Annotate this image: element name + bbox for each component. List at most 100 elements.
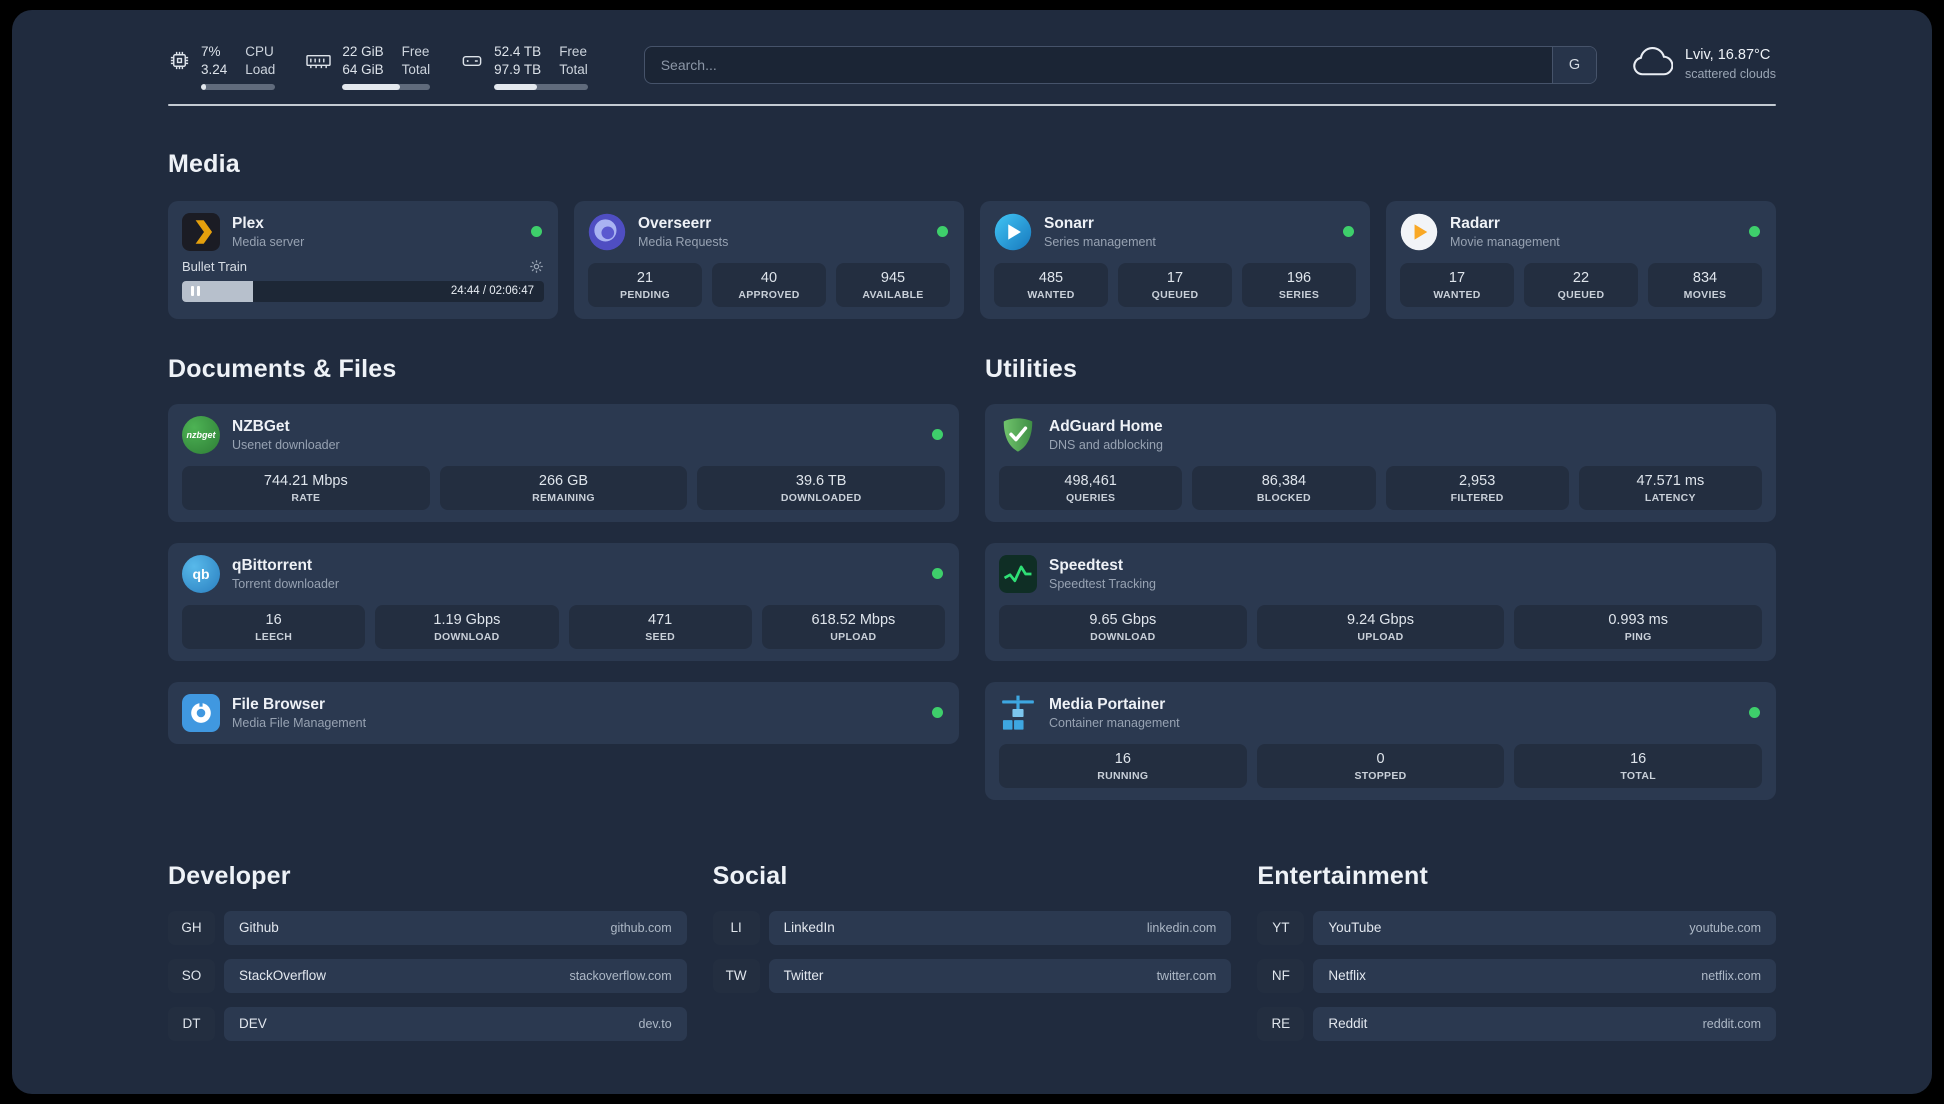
section-title-developer: Developer [168, 861, 291, 890]
bookmark-name: DEV [239, 1016, 267, 1032]
disk-label-bottom: Total [559, 61, 588, 77]
app-desc: DNS and adblocking [1049, 437, 1163, 452]
stat-label: LATENCY [1644, 491, 1696, 504]
app-card-overseerr[interactable]: Overseerr Media Requests 21 PENDING 40 A… [574, 200, 964, 319]
app-card-radarr[interactable]: Radarr Movie management 17 WANTED 22 QUE… [1386, 200, 1776, 319]
ram-free-value: 22 GiB [342, 44, 384, 59]
nzbget-icon-text: nzbget [182, 415, 220, 454]
ram-progress-bar [342, 83, 431, 90]
qbittorrent-icon: qb [182, 554, 220, 593]
bookmark-url: github.com [610, 920, 672, 935]
bookmark-abbr: DT [168, 1006, 215, 1041]
stat-tile: 16 LEECH [182, 604, 366, 649]
stat-label: SEED [645, 630, 676, 643]
status-dot [1343, 226, 1354, 238]
stat-label: QUEUED [1151, 288, 1199, 301]
bookmark-stackoverflow[interactable]: SO StackOverflow stackoverflow.com [168, 958, 687, 993]
search-engine-button[interactable]: G [1551, 47, 1596, 83]
disk-widget: 52.4 TB Free 97.9 TB Total [460, 44, 588, 90]
radarr-icon [1400, 213, 1438, 251]
app-card-filebrowser[interactable]: File Browser Media File Management [168, 681, 959, 744]
app-name: qBittorrent [232, 556, 313, 574]
stat-label: SERIES [1278, 288, 1320, 301]
stat-tile: 16 RUNNING [999, 743, 1247, 788]
app-card-portainer[interactable]: Media Portainer Container management 16 … [985, 681, 1776, 800]
status-dot [932, 429, 943, 441]
stat-tile: 498,461 QUERIES [999, 465, 1183, 510]
stat-label: WANTED [1027, 288, 1075, 301]
cpu-progress-bar [201, 83, 276, 90]
bookmark-github[interactable]: GH Github github.com [168, 910, 687, 945]
bookmark-name: Twitter [783, 968, 824, 984]
app-desc: Speedtest Tracking [1049, 576, 1157, 591]
stat-label: QUEUED [1557, 288, 1605, 301]
bookmark-dev[interactable]: DT DEV dev.to [168, 1006, 687, 1041]
stat-tile: 40 APPROVED [712, 262, 826, 307]
filebrowser-icon [182, 693, 220, 732]
app-name: Speedtest [1049, 556, 1124, 574]
stat-label: MOVIES [1683, 288, 1727, 301]
disk-total-value: 97.9 TB [494, 61, 542, 77]
search-input[interactable] [644, 47, 1552, 83]
stat-value: 498,461 [1064, 472, 1117, 489]
cpu-label-bottom: Load [245, 61, 276, 77]
stat-label: LEECH [255, 630, 293, 643]
stat-value: 16 [1630, 750, 1647, 767]
bookmark-abbr: TW [712, 958, 760, 993]
cpu-usage-value: 7% [201, 44, 221, 59]
stat-tile: 9.24 Gbps UPLOAD [1256, 604, 1505, 649]
stat-tile: 47.571 ms LATENCY [1578, 465, 1762, 510]
bookmark-name: StackOverflow [239, 968, 327, 984]
bookmark-url: stackoverflow.com [569, 968, 672, 983]
app-desc: Media Requests [638, 234, 729, 249]
stat-tile: 17 WANTED [1400, 262, 1514, 307]
bookmark-url: linkedin.com [1146, 920, 1217, 935]
stat-value: 86,384 [1261, 472, 1307, 489]
status-dot [937, 226, 948, 238]
bookmark-netflix[interactable]: NF Netflix netflix.com [1257, 958, 1776, 993]
app-card-qbittorrent[interactable]: qb qBittorrent Torrent downloader 16 LEE… [168, 542, 959, 661]
stat-value: 47.571 ms [1636, 472, 1705, 489]
dashboard-panel: 7% CPU 3.24 Load 22 GiB Free 64 GiB Tota… [12, 10, 1932, 1094]
stat-value: 9.65 Gbps [1089, 611, 1157, 628]
playback-progress-bar: 24:44 / 02:06:47 [182, 280, 544, 302]
app-desc: Media server [232, 234, 305, 249]
app-desc: Usenet downloader [232, 437, 340, 452]
bookmark-reddit[interactable]: RE Reddit reddit.com [1257, 1006, 1776, 1041]
bookmark-youtube[interactable]: YT YouTube youtube.com [1257, 910, 1776, 945]
stat-tile: 22 QUEUED [1524, 262, 1638, 307]
stat-value: 485 [1038, 269, 1064, 286]
app-card-nzbget[interactable]: nzbget NZBGet Usenet downloader 744.21 M… [168, 403, 959, 522]
stat-value: 266 GB [538, 472, 589, 489]
stat-value: 618.52 Mbps [811, 611, 896, 628]
header-divider [168, 103, 1776, 106]
stat-value: 16 [265, 611, 282, 628]
app-name: Sonarr [1044, 214, 1094, 232]
stat-label: RATE [291, 491, 321, 504]
stat-value: 16 [1114, 750, 1131, 767]
app-card-adguard[interactable]: AdGuard Home DNS and adblocking 498,461 … [985, 403, 1776, 522]
cpu-icon [168, 49, 191, 90]
weather-condition: scattered clouds [1684, 66, 1776, 81]
gear-icon[interactable] [529, 259, 544, 274]
stat-label: BLOCKED [1256, 491, 1311, 504]
app-desc: Movie management [1450, 234, 1560, 249]
stat-label: STOPPED [1354, 769, 1407, 782]
app-card-plex[interactable]: Plex Media server Bullet Train 24:44 / 0… [168, 200, 558, 319]
weather-widget: Lviv, 16.87°C scattered clouds [1631, 46, 1776, 82]
stat-tile: 485 WANTED [994, 262, 1108, 307]
bookmark-url: netflix.com [1701, 968, 1761, 983]
stat-value: 0 [1376, 750, 1385, 767]
stat-tile: 266 GB REMAINING [439, 465, 688, 510]
search-bar: G [643, 46, 1597, 84]
pause-icon[interactable] [191, 286, 200, 297]
stat-tile: 618.52 Mbps UPLOAD [761, 604, 945, 649]
status-dot [1749, 226, 1760, 238]
adguard-icon [999, 416, 1037, 454]
app-card-sonarr[interactable]: Sonarr Series management 485 WANTED 17 Q… [980, 200, 1370, 319]
stat-value: 22 [1572, 269, 1590, 286]
bookmark-linkedin[interactable]: LI LinkedIn linkedin.com [712, 910, 1232, 945]
bookmark-twitter[interactable]: TW Twitter twitter.com [712, 958, 1232, 993]
speedtest-icon [999, 554, 1037, 593]
app-card-speedtest[interactable]: Speedtest Speedtest Tracking 9.65 Gbps D… [985, 542, 1776, 661]
